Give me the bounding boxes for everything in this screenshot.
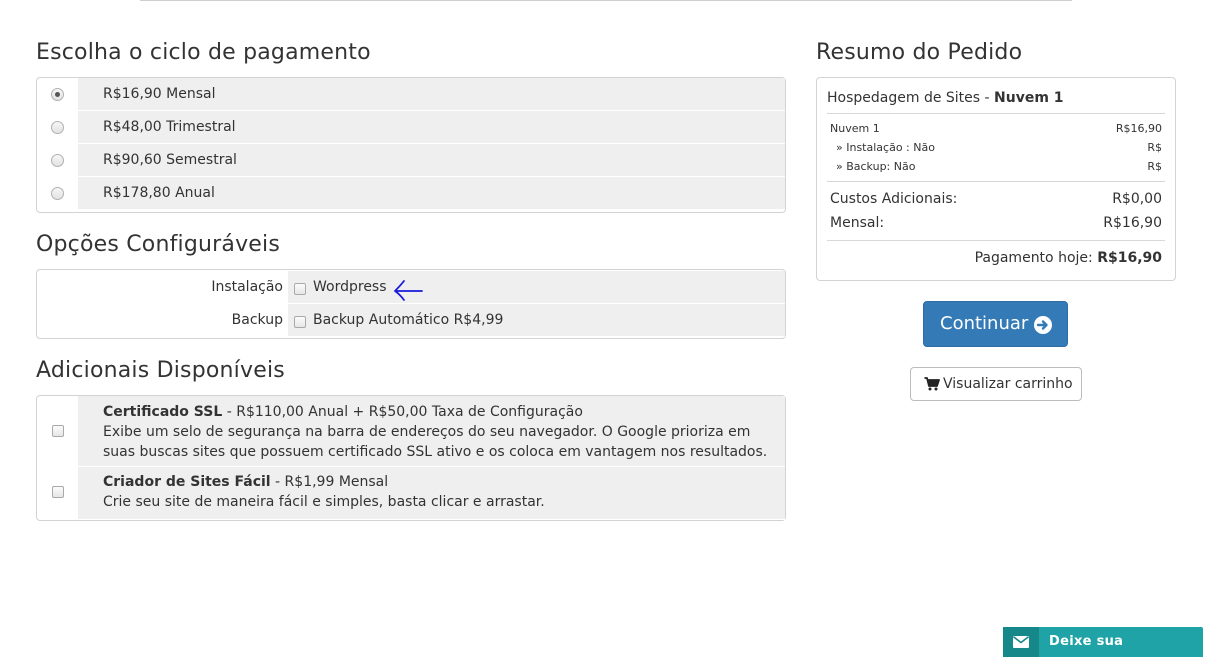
billing-option-annual[interactable]: R$178,80 Anual [37, 177, 785, 210]
view-cart-label: Visualizar carrinho [943, 376, 1073, 392]
continue-button-label: Continuar [940, 313, 1029, 334]
addons-heading: Adicionais Disponíveis [36, 358, 285, 383]
summary-divider [827, 240, 1165, 241]
config-options-heading: Opções Configuráveis [36, 232, 281, 257]
billing-option-monthly[interactable]: R$16,90 Mensal [37, 78, 785, 111]
billing-option-label: R$16,90 Mensal [78, 78, 785, 111]
radio-button[interactable] [51, 88, 64, 101]
wordpress-checkbox[interactable] [294, 283, 306, 295]
addon-description: Exibe um selo de segurança na barra de e… [103, 424, 768, 460]
billing-option-quarterly[interactable]: R$48,00 Trimestral [37, 111, 785, 144]
summary-today-value: R$16,90 [1097, 250, 1162, 266]
envelope-icon [1003, 627, 1039, 657]
billing-option-label: R$48,00 Trimestral [78, 111, 785, 144]
shopping-cart-icon [924, 377, 940, 391]
config-option-backup: Backup Backup Automático R$4,99 [37, 304, 785, 337]
summary-monthly-value: R$16,90 [1103, 215, 1162, 231]
top-divider [140, 0, 1072, 1]
summary-sub-label: » Backup: Não [836, 160, 916, 173]
config-option-value-cell: Backup Automático R$4,99 [288, 304, 785, 337]
summary-today-label: Pagamento hoje: [974, 250, 1098, 266]
summary-line-item: Nuvem 1 R$16,90 [830, 121, 1162, 137]
config-option-label: Instalação [211, 279, 283, 295]
config-option-value-cell: Wordpress [288, 271, 785, 304]
addon-price: - R$1,99 Mensal [270, 474, 389, 490]
addon-ssl: Certificado SSL - R$110,00 Anual + R$50,… [37, 396, 785, 467]
billing-cycle-heading: Escolha o ciclo de pagamento [36, 40, 371, 65]
annotation-arrow-icon [394, 280, 423, 301]
summary-additional-label: Custos Adicionais: [830, 191, 958, 207]
backup-checkbox[interactable] [294, 316, 306, 328]
summary-sub-item: » Instalação : Não R$ [830, 140, 1162, 156]
summary-additional-value: R$0,00 [1112, 191, 1162, 207]
arrow-circle-right-icon [1034, 316, 1052, 334]
billing-option-semiannual[interactable]: R$90,60 Semestral [37, 144, 785, 177]
billing-cycle-list: R$16,90 Mensal R$48,00 Trimestral R$90,6… [36, 77, 786, 213]
addon-name: Criador de Sites Fácil [103, 474, 271, 490]
addon-description: Crie seu site de maneira fácil e simples… [103, 494, 545, 510]
summary-monthly-label: Mensal: [830, 215, 885, 231]
chat-widget-button[interactable]: Deixe sua mensagem. [1003, 627, 1203, 657]
summary-sub-value: R$ [1147, 160, 1162, 173]
addon-price: - R$110,00 Anual + R$50,00 Taxa de Confi… [222, 404, 583, 420]
billing-option-label: R$90,60 Semestral [78, 144, 785, 177]
summary-additional-costs: Custos Adicionais: R$0,00 [830, 189, 1162, 209]
summary-line-value: R$16,90 [1115, 122, 1162, 135]
summary-sub-item: » Backup: Não R$ [830, 159, 1162, 175]
summary-monthly: Mensal: R$16,90 [830, 213, 1162, 233]
summary-line-label: Nuvem 1 [830, 122, 880, 135]
view-cart-button[interactable]: Visualizar carrinho [910, 367, 1082, 401]
radio-button[interactable] [51, 121, 64, 134]
radio-button[interactable] [51, 187, 64, 200]
addon-site-builder: Criador de Sites Fácil - R$1,99 Mensal C… [37, 467, 785, 520]
addon-name: Certificado SSL [103, 404, 223, 420]
summary-today-total: Pagamento hoje: R$16,90 [975, 248, 1162, 268]
billing-option-label: R$178,80 Anual [78, 177, 785, 210]
summary-product-group: Hospedagem de Sites - [827, 90, 995, 106]
addons-list: Certificado SSL - R$110,00 Anual + R$50,… [36, 395, 786, 521]
continue-button[interactable]: Continuar [923, 301, 1068, 347]
summary-divider [827, 113, 1165, 114]
order-summary-panel: Hospedagem de Sites - Nuvem 1 Nuvem 1 R$… [816, 77, 1176, 281]
config-option-value: Backup Automático R$4,99 [313, 312, 504, 328]
addon-text: Criador de Sites Fácil - R$1,99 Mensal C… [78, 467, 785, 520]
ssl-checkbox[interactable] [52, 425, 64, 437]
summary-product-name: Nuvem 1 [994, 90, 1064, 106]
addon-text: Certificado SSL - R$110,00 Anual + R$50,… [78, 396, 785, 467]
config-option-label: Backup [231, 312, 283, 328]
summary-product-title: Hospedagem de Sites - Nuvem 1 [827, 88, 1064, 108]
site-builder-checkbox[interactable] [52, 486, 64, 498]
config-option-value: Wordpress [313, 279, 387, 295]
summary-divider [827, 181, 1165, 182]
radio-button[interactable] [51, 154, 64, 167]
summary-sub-label: » Instalação : Não [836, 141, 935, 154]
chat-widget-label: Deixe sua mensagem. [1049, 634, 1124, 649]
order-summary-heading: Resumo do Pedido [816, 40, 1023, 65]
summary-sub-value: R$ [1147, 141, 1162, 154]
